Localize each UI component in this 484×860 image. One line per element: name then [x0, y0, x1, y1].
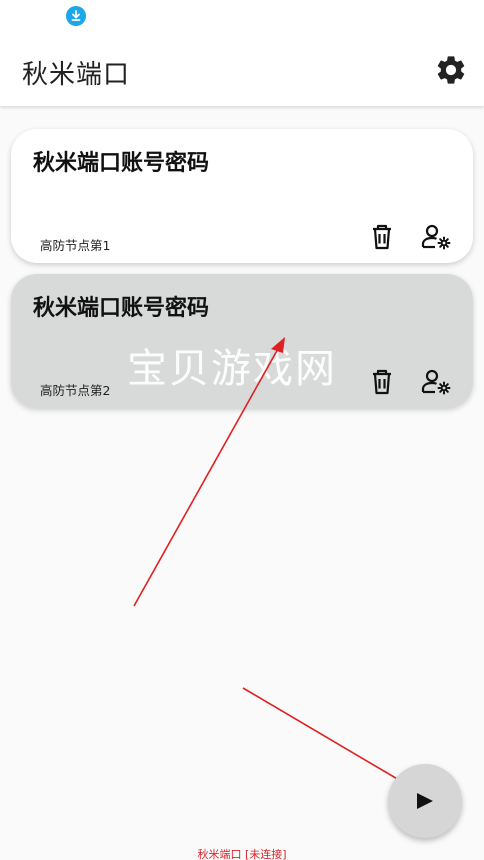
app-bar: 秋米端口	[0, 34, 484, 106]
account-node-label: 高防节点第1	[40, 238, 111, 253]
status-bar	[0, 0, 484, 34]
account-title: 秋米端口账号密码	[33, 296, 210, 321]
settings-gear-icon[interactable]	[434, 53, 468, 87]
account-title: 秋米端口账号密码	[33, 151, 210, 176]
trash-icon[interactable]	[369, 223, 395, 251]
account-node-label: 高防节点第2	[40, 383, 111, 398]
trash-icon[interactable]	[369, 368, 395, 396]
connection-status: 秋米端口 [未连接]	[197, 848, 287, 860]
watermark-text: 宝贝游戏网	[127, 346, 337, 392]
play-icon	[417, 793, 433, 809]
account-card-1[interactable]: 秋米端口账号密码 高防节点第1	[11, 129, 473, 263]
user-settings-icon[interactable]	[421, 224, 451, 250]
app-title: 秋米端口	[22, 60, 131, 90]
connect-play-button[interactable]	[388, 764, 462, 838]
download-icon	[66, 6, 86, 26]
user-settings-icon[interactable]	[421, 369, 451, 395]
